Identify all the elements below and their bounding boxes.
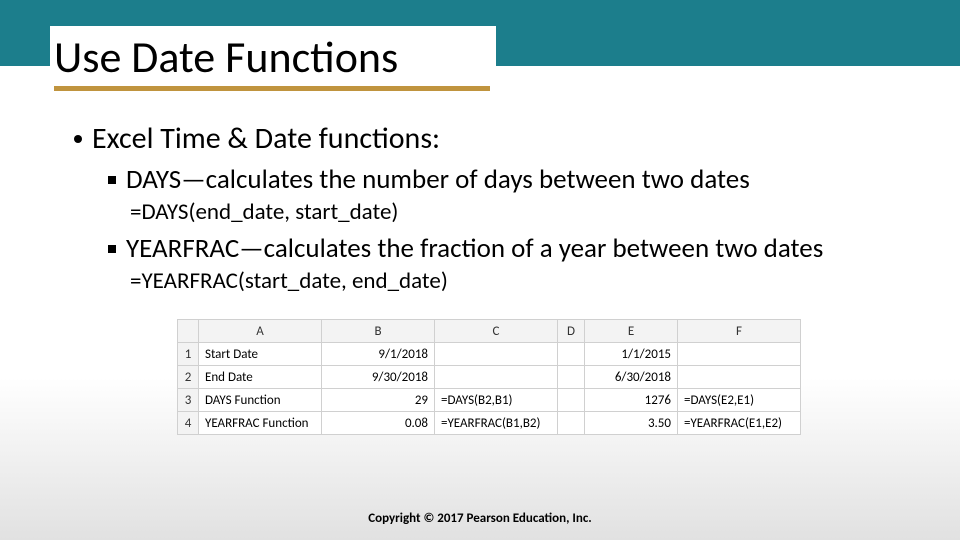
title-underline [54, 86, 490, 91]
slide-header: Use Date Functions [0, 0, 960, 92]
cell: End Date [199, 366, 322, 389]
cell: 6/30/2018 [585, 366, 678, 389]
col-header: A [199, 320, 322, 343]
col-header: B [322, 320, 435, 343]
bullet-square-icon [108, 176, 116, 184]
cell [678, 343, 801, 366]
cell: 0.08 [322, 412, 435, 435]
copyright-footer: Copyright © 2017 Pearson Education, Inc. [0, 511, 960, 526]
excel-screenshot: A B C D E F 1 Start Date 9/1/2018 1/1/20… [177, 319, 801, 435]
sub2-text: YEARFRAC—calculates the fraction of a ye… [126, 232, 823, 265]
formula2: =YEARFRAC(start_date, end_date) [130, 267, 904, 295]
cell [435, 366, 558, 389]
row-header: 4 [178, 412, 199, 435]
bullet-level2: DAYS—calculates the number of days betwe… [108, 163, 904, 196]
cell: =YEARFRAC(B1,B2) [435, 412, 558, 435]
cell [678, 366, 801, 389]
bullet-dot-icon [74, 135, 82, 143]
row-header: 2 [178, 366, 199, 389]
slide-body: Excel Time & Date functions: DAYS—calcul… [0, 92, 960, 435]
col-header: C [435, 320, 558, 343]
table-row: 1 Start Date 9/1/2018 1/1/2015 [178, 343, 801, 366]
cell: =YEARFRAC(E1,E2) [678, 412, 801, 435]
cell: =DAYS(B2,B1) [435, 389, 558, 412]
col-header: F [678, 320, 801, 343]
col-header: D [558, 320, 585, 343]
slide-title: Use Date Functions [54, 30, 398, 84]
row-header: 3 [178, 389, 199, 412]
cell: 29 [322, 389, 435, 412]
sheet-header-row: A B C D E F [178, 320, 801, 343]
col-header: E [585, 320, 678, 343]
cell [558, 389, 585, 412]
bullet-square-icon [108, 245, 116, 253]
cell: YEARFRAC Function [199, 412, 322, 435]
cell [558, 412, 585, 435]
table-row: 2 End Date 9/30/2018 6/30/2018 [178, 366, 801, 389]
cell: 9/30/2018 [322, 366, 435, 389]
cell [435, 343, 558, 366]
bullet-level2: YEARFRAC—calculates the fraction of a ye… [108, 232, 904, 265]
bullet-level1: Excel Time & Date functions: [74, 120, 904, 157]
table-row: 4 YEARFRAC Function 0.08 =YEARFRAC(B1,B2… [178, 412, 801, 435]
cell [558, 366, 585, 389]
sheet-corner [178, 320, 199, 343]
cell: 1/1/2015 [585, 343, 678, 366]
cell: DAYS Function [199, 389, 322, 412]
cell: 1276 [585, 389, 678, 412]
cell [558, 343, 585, 366]
cell: 3.50 [585, 412, 678, 435]
bullet1-text: Excel Time & Date functions: [92, 120, 440, 157]
table-row: 3 DAYS Function 29 =DAYS(B2,B1) 1276 =DA… [178, 389, 801, 412]
cell: =DAYS(E2,E1) [678, 389, 801, 412]
formula1: =DAYS(end_date, start_date) [130, 198, 904, 226]
cell: 9/1/2018 [322, 343, 435, 366]
row-header: 1 [178, 343, 199, 366]
cell: Start Date [199, 343, 322, 366]
sub1-text: DAYS—calculates the number of days betwe… [126, 163, 750, 196]
